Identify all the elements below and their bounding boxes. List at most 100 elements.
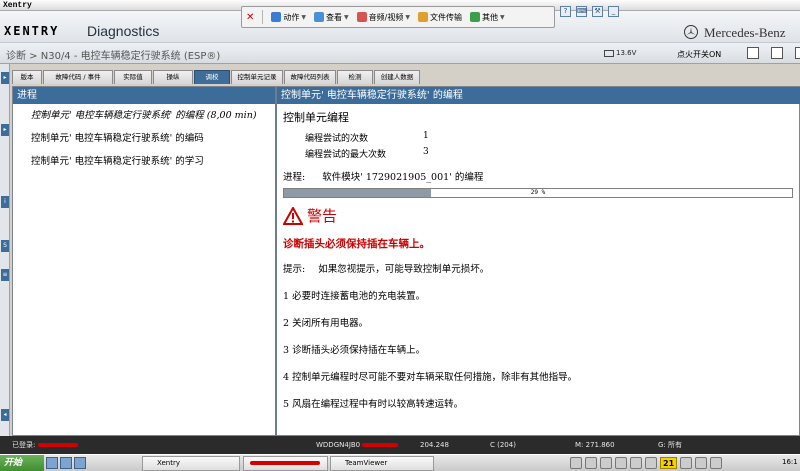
mileage-status: M: 271.860 [575,441,615,449]
programming-progress-bar: 29 % [283,188,793,198]
nav-icon[interactable]: i [1,196,9,208]
process-step-coding[interactable]: 控制单元' 电控车辆稳定行驶系统' 的编码 [31,133,267,145]
chevron-down-icon: ▼ [301,13,307,21]
clock: 16:1 [782,458,798,466]
minimize-icon[interactable]: _ [608,6,619,17]
logged-in-status: 已登录: [12,436,78,454]
redacted-user [37,443,78,447]
tab-adaptations[interactable]: 调校 [194,70,230,84]
brand-logo: XENTRY [4,24,60,38]
app-tray-icon[interactable] [645,457,657,469]
battery-voltage: 13.6V [616,49,637,57]
tab-creator-data[interactable]: 创建人数据 [374,70,420,84]
os-taskbar: 开始 Xentry TeamViewer 21 16:1 [0,454,800,471]
max-attempts-value: 3 [423,147,429,157]
print-icon[interactable] [771,47,783,59]
process-panel-heading: 进程 [13,87,275,104]
more-menu-button[interactable]: 其他 ▼ [469,12,505,23]
path-bar-tools [747,47,800,59]
attempts-row: 编程尝试的次数 1 [283,131,793,147]
tab-actuations[interactable]: 操纵 [153,70,193,84]
nav-icon[interactable]: ▸ [1,124,9,136]
nav-icon[interactable]: S [1,240,9,252]
file-transfer-icon [417,12,428,22]
volume-icon[interactable] [585,457,597,469]
nav-icon[interactable]: ≡ [1,269,9,281]
app-tray-icon[interactable] [680,457,693,469]
chevron-down-icon: ▼ [499,13,505,21]
redacted-vin [362,443,399,447]
tab-version[interactable]: 版本 [12,70,42,84]
remote-session-toolbar: ✕ 动作 ▼ 查看 ▼ 音频/视频 ▼ 文件传输 其他 ▼ [241,6,555,28]
progress-prefix: 进程: [283,172,306,183]
tab-actual-values[interactable]: 实际值 [114,70,152,84]
logged-in-label: 已登录: [12,441,36,449]
desktop-icon[interactable] [46,457,58,469]
app-tray-icon[interactable] [615,457,627,469]
action-menu-label: 动作 [283,12,300,22]
tab-control-unit-log[interactable]: 控制单元记录 [231,70,283,84]
panel-divider [275,87,277,436]
folder-icon[interactable] [74,457,86,469]
app-tray-icon[interactable] [600,457,612,469]
attempts-label: 编程尝试的次数 [305,134,369,144]
action-icon [271,12,282,22]
file-transfer-button[interactable]: 文件传输 [417,12,462,23]
nav-icon[interactable]: ◂ [1,409,9,421]
app-tray-icon[interactable] [695,457,708,469]
left-icon-strip: ▸ ▸ i S ≡ ◂ [0,64,10,436]
view-icon [314,12,325,22]
tools-icon[interactable]: ⚒ [592,6,603,17]
xentry-task-label: Xentry [157,459,180,467]
vendor-name: Mercedes-Benz [704,25,786,40]
window-controls: ? ⌨ ⚒ _ [560,6,619,17]
progress-description: 进程: 软件模块' 1729021905_001' 的编程 [283,169,793,183]
nav-icon[interactable]: ▸ [1,72,9,84]
app-tray-icon[interactable] [710,457,723,469]
taskbar-item-teamviewer[interactable]: TeamViewer [330,456,434,471]
redacted-task [250,461,320,465]
teamviewer-task-label: TeamViewer [345,459,388,467]
process-steps: 控制单元' 电控车辆稳定行驶系统' 的编程 (8,00 min) 控制单元' 电… [31,110,267,179]
help-icon[interactable]: ? [560,6,571,17]
process-step-learning[interactable]: 控制单元' 电控车辆稳定行驶系统' 的学习 [31,156,267,168]
section-title: 控制单元编程 [283,111,349,124]
warning-triangle-icon [283,206,303,225]
model-status: C (204) [490,441,516,449]
max-attempts-label: 编程尝试的最大次数 [305,150,387,160]
action-menu-button[interactable]: 动作 ▼ [271,12,306,23]
taskbar-item-redacted[interactable] [243,456,328,471]
view-menu-label: 查看 [326,12,343,22]
warning-header: 警告 [283,205,793,226]
progress-text: 软件模块' 1729021905_001' 的编程 [322,172,484,183]
instruction-item: 4 控制单元编程时尽可能不要对车辆采取任何措施，除非有其他指导。 [283,372,578,383]
start-button[interactable]: 开始 [0,455,44,471]
close-session-button[interactable]: ✕ [246,12,254,23]
audio-video-menu-button[interactable]: 音频/视频 ▼ [356,12,410,23]
instruction-item: 2 关闭所有用电器。 [283,318,369,329]
main-content: 进程 控制单元' 电控车辆稳定行驶系统' 的编程 控制单元' 电控车辆稳定行驶系… [12,86,800,436]
chevron-down-icon: ▼ [405,13,410,21]
tray-badge[interactable]: 21 [660,457,678,469]
hint-label: 提示: [283,264,306,275]
hint-row: 提示: 如果忽视提示，可能导致控制单元损坏。 [283,261,793,275]
tab-check[interactable]: 检测 [337,70,373,84]
process-step-programming[interactable]: 控制单元' 电控车辆稳定行驶系统' 的编程 (8,00 min) [31,110,267,122]
version-status: 204.248 [420,441,449,449]
audio-video-icon [356,12,367,22]
tab-fault-code-list[interactable]: 故障代码列表 [284,70,336,84]
network-icon[interactable] [570,457,582,469]
attempts-value: 1 [423,131,429,141]
more-menu-label: 其他 [481,12,498,22]
app-tray-icon[interactable] [630,457,642,469]
keyboard-icon[interactable]: ⌨ [576,6,587,17]
document-icon[interactable] [747,47,759,59]
tab-fault-codes[interactable]: 故障代码 / 事件 [43,70,113,84]
taskbar-item-xentry[interactable]: Xentry [142,456,240,471]
file-transfer-label: 文件传输 [429,12,462,22]
more-icon [469,12,480,22]
browser-icon[interactable] [60,457,72,469]
view-menu-button[interactable]: 查看 ▼ [314,12,349,23]
tab-bar: 版本 故障代码 / 事件 实际值 操纵 调校 控制单元记录 故障代码列表 检测 … [12,70,421,84]
settings-icon[interactable] [795,47,800,59]
